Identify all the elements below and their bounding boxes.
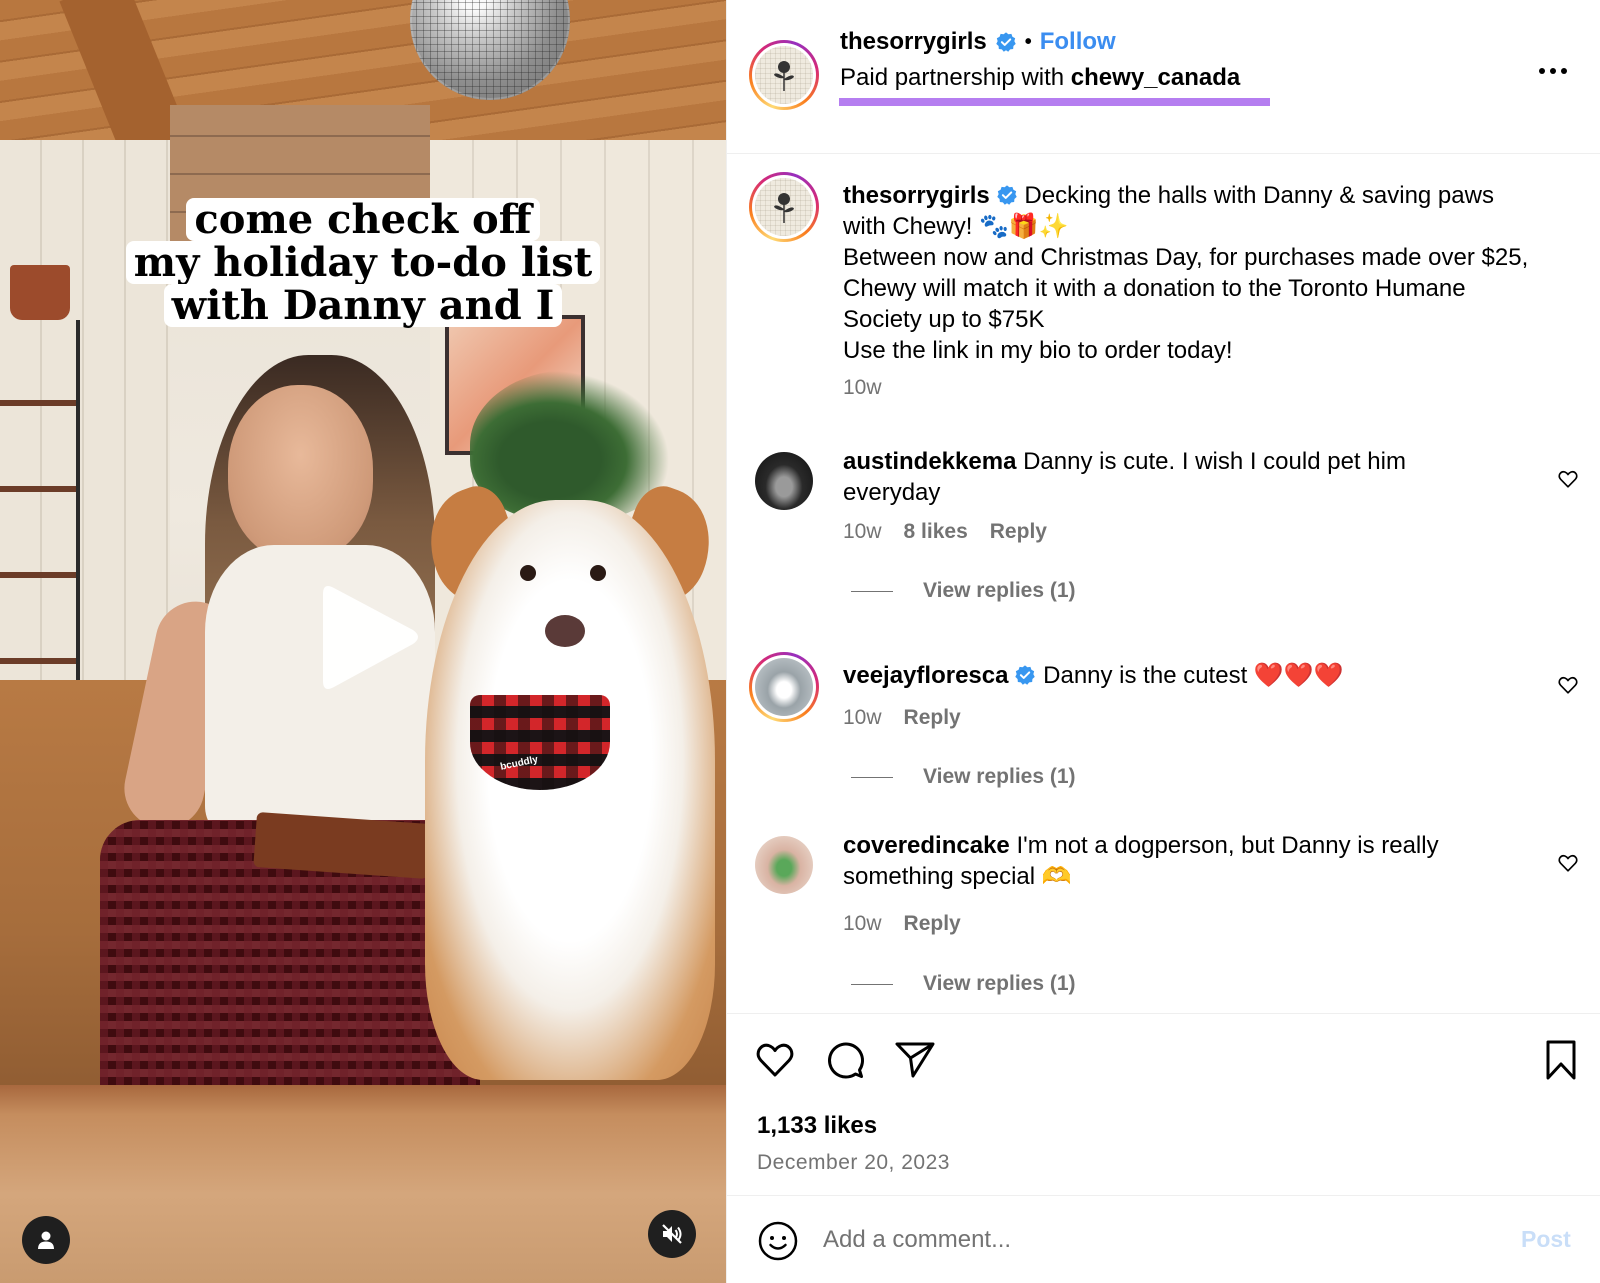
header-author-line: thesorrygirls • Follow (840, 28, 1116, 56)
dog-nose (545, 615, 585, 647)
post-panel: thesorrygirls • Follow Paid partnership … (726, 0, 1600, 1283)
comment-like-icon[interactable] (1557, 468, 1579, 490)
comment-time[interactable]: 10w (843, 706, 882, 730)
caption-line: Between now and Christmas Day, for purch… (843, 244, 1529, 333)
view-replies-label: View replies (1) (923, 972, 1076, 995)
comment-likes[interactable]: 8 likes (904, 520, 968, 544)
author-username[interactable]: thesorrygirls (840, 28, 987, 56)
emoji-icon[interactable] (757, 1220, 799, 1262)
verified-badge-icon (997, 185, 1017, 205)
separator-dot: • (1024, 30, 1032, 53)
more-options-icon (1539, 68, 1567, 74)
view-replies-button[interactable]: View replies (1) (851, 579, 1076, 603)
video-overlay-caption: come check off my holiday to-do list wit… (0, 198, 726, 327)
comment-like-icon[interactable] (1557, 674, 1579, 696)
caption-timestamp[interactable]: 10w (843, 376, 882, 400)
post-video[interactable]: bcuddly come check off my holiday to-do … (0, 0, 726, 1283)
comment-text: austindekkema Danny is cute. I wish I co… (843, 446, 1503, 508)
heart-icon[interactable] (753, 1038, 797, 1082)
view-replies-label: View replies (1) (923, 765, 1076, 788)
user-icon (38, 1231, 54, 1249)
monstera-plant (470, 370, 670, 520)
view-replies-button[interactable]: View replies (1) (851, 765, 1076, 789)
comment-time[interactable]: 10w (843, 520, 882, 544)
post-date: December 20, 2023 (757, 1151, 950, 1174)
more-options-button[interactable] (1539, 68, 1567, 74)
rose-logo-icon (774, 193, 794, 223)
reply-button[interactable]: Reply (904, 706, 961, 730)
reply-button[interactable]: Reply (904, 912, 961, 936)
commenter-username[interactable]: coveredincake (843, 832, 1010, 859)
comment-text: coveredincake I'm not a dogperson, but D… (843, 830, 1503, 892)
comment-meta: 10w 8 likes Reply (843, 520, 1047, 544)
rose-logo-icon (774, 61, 794, 91)
likes-count[interactable]: 1,133 likes (757, 1112, 877, 1140)
comment-meta: 10w Reply (843, 706, 961, 730)
caption-line: Use the link in my bio to order today! (843, 337, 1233, 364)
comment-text: veejayfloresca Danny is the cutest ❤️❤️❤… (843, 660, 1503, 691)
overlay-line: with Danny and I (163, 284, 563, 327)
comment-meta: 10w Reply (843, 912, 961, 936)
play-button[interactable] (313, 580, 423, 695)
commenter-username[interactable]: austindekkema (843, 448, 1016, 475)
paid-partnership-label: Paid partnership with chewy_canada (840, 64, 1240, 92)
comment-time[interactable]: 10w (843, 912, 882, 936)
post-comment-button[interactable]: Post (1521, 1226, 1571, 1253)
comment-icon[interactable] (823, 1038, 867, 1082)
author-avatar[interactable] (749, 40, 819, 110)
replies-divider (851, 590, 893, 592)
post-header: thesorrygirls • Follow Paid partnership … (727, 0, 1600, 154)
dog-eye-right (590, 565, 606, 581)
tagged-users-button[interactable] (22, 1216, 70, 1264)
mute-toggle-button[interactable] (648, 1210, 696, 1258)
shelf (0, 320, 80, 680)
caption-username[interactable]: thesorrygirls (843, 182, 990, 209)
partnership-highlight (839, 98, 1270, 106)
partner-link[interactable]: chewy_canada (1071, 64, 1240, 91)
comment-input[interactable] (823, 1218, 1483, 1262)
partnership-prefix: Paid partnership with (840, 64, 1071, 91)
bookmark-icon[interactable] (1539, 1038, 1583, 1082)
woman-face (228, 385, 373, 560)
dog (425, 500, 715, 1080)
comment-like-icon[interactable] (1557, 852, 1579, 874)
commenter-avatar[interactable] (749, 652, 819, 722)
commenter-avatar[interactable] (755, 452, 813, 510)
comment-body: Danny is the cutest ❤️❤️❤️ (1036, 662, 1344, 689)
overlay-line: my holiday to-do list (125, 241, 601, 284)
caption-author-avatar[interactable] (749, 172, 819, 242)
reply-button[interactable]: Reply (990, 520, 1047, 544)
verified-badge-icon (996, 32, 1016, 52)
replies-divider (851, 776, 893, 778)
share-icon[interactable] (893, 1038, 937, 1082)
commenter-username[interactable]: veejayfloresca (843, 662, 1008, 689)
play-icon (323, 586, 418, 689)
verified-badge-icon (1015, 665, 1036, 685)
add-comment-bar: Post (727, 1195, 1600, 1283)
dog-eye-left (520, 565, 536, 581)
commenter-avatar[interactable] (755, 836, 813, 894)
view-replies-button[interactable]: View replies (1) (851, 972, 1076, 996)
follow-button[interactable]: Follow (1040, 28, 1116, 56)
wooden-table (0, 1085, 726, 1283)
overlay-line: come check off (186, 198, 540, 241)
speaker-muted-icon (662, 1224, 682, 1244)
dog-bandana (470, 695, 610, 790)
caption-text: thesorrygirls Decking the halls with Dan… (843, 180, 1543, 366)
replies-divider (851, 983, 893, 985)
view-replies-label: View replies (1) (923, 579, 1076, 602)
post-actions: 1,133 likes December 20, 2023 (727, 1013, 1600, 1195)
